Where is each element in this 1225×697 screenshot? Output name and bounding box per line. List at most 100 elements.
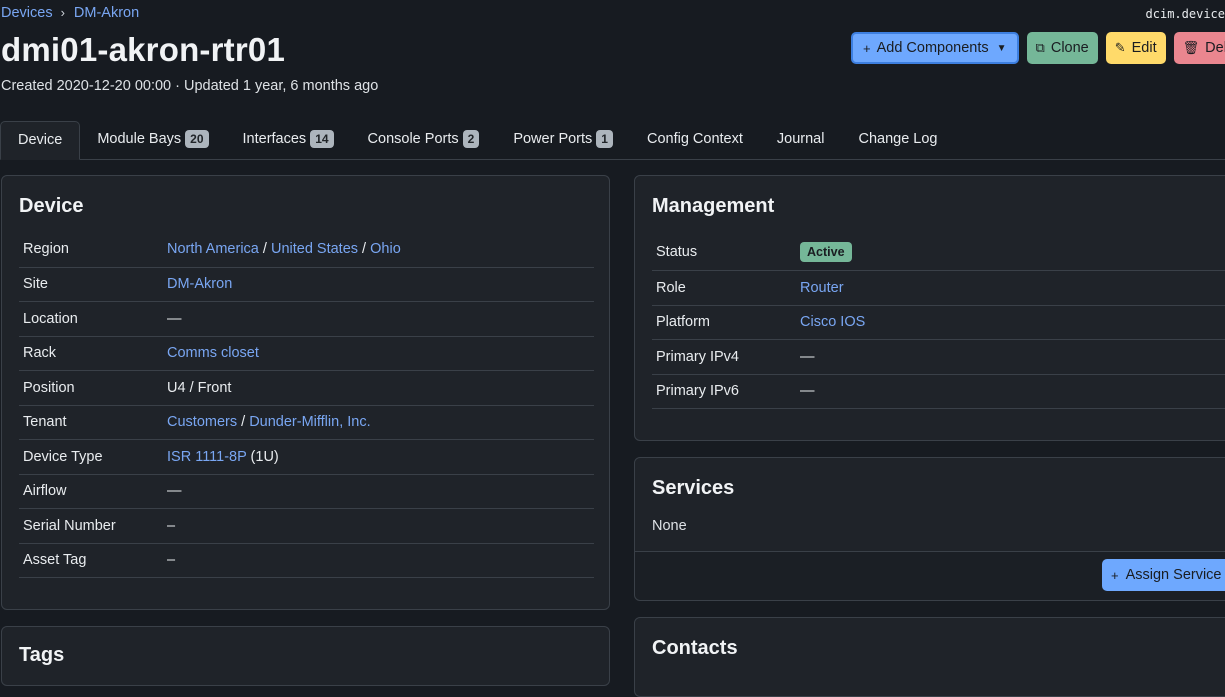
row-label: Tenant [19, 405, 163, 440]
role-link[interactable]: Router [800, 280, 844, 296]
row-value: — [163, 474, 594, 509]
assign-service-button[interactable]: + Assign Service [1102, 559, 1225, 591]
count-badge: 1 [596, 130, 613, 148]
table-row: Position U4 / Front [19, 370, 594, 406]
row-label: Rack [19, 336, 163, 371]
tab-bar: Device Module Bays 20 Interfaces 14 Consol… [0, 121, 1225, 160]
row-value: — [796, 339, 1225, 375]
tenant-group-link[interactable]: Customers [167, 414, 237, 430]
table-row: Device Type ISR 1111-8P (1U) [19, 439, 594, 475]
action-buttons: + Add Components ▼ ⧉ Clone ✎ Edit 🗑 Dele… [851, 32, 1225, 64]
count-badge: 20 [185, 130, 209, 148]
table-row: Serial Number – [19, 508, 594, 544]
created-text: Created 2020-12-20 00:00 [1, 78, 172, 94]
row-label: Region [19, 232, 163, 268]
card-title: Device [19, 195, 84, 217]
tab-module-bays[interactable]: Module Bays 20 [80, 121, 225, 159]
table-row: Role Router [652, 270, 1225, 306]
region-link[interactable]: Ohio [370, 241, 401, 257]
delete-button[interactable]: 🗑 Delete [1173, 32, 1225, 64]
row-label: Status [652, 234, 796, 271]
card-title: Tags [19, 644, 65, 666]
row-label: Site [19, 267, 163, 302]
region-link[interactable]: United States [271, 241, 358, 257]
breadcrumb-devices-link[interactable]: Devices [1, 5, 53, 21]
add-components-label: Add Components [876, 40, 989, 56]
device-type-link[interactable]: ISR 1111-8P [167, 449, 247, 465]
device-card: Device Region North America / United Sta… [1, 175, 610, 610]
tab-power-ports[interactable]: Power Ports 1 [496, 121, 630, 159]
card-title: Services [652, 477, 735, 499]
device-type-height: (1U) [246, 448, 279, 465]
device-attributes-table: Region North America / United States / O… [19, 232, 594, 578]
tab-label: Journal [776, 131, 825, 147]
plus-icon: + [863, 40, 871, 56]
card-title: Management [652, 195, 775, 217]
table-row: Tenant Customers / Dunder-Mifflin, Inc. [19, 405, 594, 440]
services-card-footer: + Assign Service [635, 551, 1225, 600]
copy-icon: ⧉ [1035, 40, 1045, 55]
row-value: Router [796, 270, 1225, 306]
caret-down-icon: ▼ [996, 42, 1007, 54]
assign-service-label: Assign Service [1125, 567, 1222, 583]
path-separator: / [258, 241, 271, 258]
rack-link[interactable]: Comms closet [167, 345, 259, 361]
table-row: Asset Tag – [19, 543, 594, 578]
tags-card: Tags [1, 626, 610, 686]
tab-console-ports[interactable]: Console Ports 2 [351, 121, 497, 159]
row-value: Comms closet [163, 336, 594, 371]
platform-link[interactable]: Cisco IOS [800, 314, 865, 330]
table-row: Platform Cisco IOS [652, 305, 1225, 340]
clone-button[interactable]: ⧉ Clone [1026, 32, 1098, 64]
table-row: Rack Comms closet [19, 336, 594, 371]
object-identifier: dcim.device [1145, 7, 1225, 21]
row-value: Customers / Dunder-Mifflin, Inc. [163, 405, 594, 440]
delete-label: Delete [1205, 40, 1225, 56]
tab-change-log[interactable]: Change Log [841, 121, 954, 159]
tab-label: Device [18, 132, 63, 148]
table-row: Site DM-Akron [19, 267, 594, 302]
breadcrumb: Devices › DM-Akron [1, 5, 139, 22]
breadcrumb-site-link[interactable]: DM-Akron [74, 5, 139, 21]
row-label: Airflow [19, 474, 163, 509]
services-empty-text: None [652, 518, 687, 534]
row-label: Serial Number [19, 508, 163, 544]
tab-journal[interactable]: Journal [760, 121, 842, 159]
services-card: Services None + Assign Service [634, 457, 1225, 601]
row-value: Active [796, 234, 1225, 271]
tab-label: Config Context [646, 131, 743, 147]
tab-label: Module Bays [97, 131, 182, 147]
plus-icon: + [1111, 567, 1119, 583]
row-value: DM-Akron [163, 267, 594, 302]
table-row: Location — [19, 301, 594, 337]
updated-text: Updated 1 year, 6 months ago [184, 78, 379, 94]
row-value: U4 / Front [163, 370, 594, 406]
tab-interfaces[interactable]: Interfaces 14 [226, 121, 351, 159]
clone-label: Clone [1050, 40, 1089, 56]
meta-separator: · [171, 78, 184, 94]
path-separator: / [358, 241, 371, 258]
management-card: Management Status Active Role Router Pla… [634, 175, 1225, 441]
tab-label: Power Ports [513, 131, 593, 147]
path-separator: / [237, 414, 250, 430]
add-components-button[interactable]: + Add Components ▼ [851, 32, 1019, 64]
row-label: Primary IPv6 [652, 374, 796, 409]
page-title: dmi01-akron-rtr01 [1, 31, 285, 68]
row-label: Primary IPv4 [652, 339, 796, 375]
contacts-card: Contacts [634, 617, 1225, 697]
table-row: Airflow — [19, 474, 594, 509]
edit-button[interactable]: ✎ Edit [1105, 32, 1166, 64]
tab-config-context[interactable]: Config Context [630, 121, 760, 159]
row-value: — [163, 301, 594, 337]
management-attributes-table: Status Active Role Router Platform Cisco… [652, 234, 1225, 409]
region-link[interactable]: North America [167, 241, 259, 257]
tab-device[interactable]: Device [0, 121, 81, 160]
count-badge: 2 [462, 130, 480, 148]
site-link[interactable]: DM-Akron [167, 276, 232, 292]
row-value: North America / United States / Ohio [163, 232, 594, 268]
row-label: Role [652, 270, 796, 306]
tab-label: Console Ports [367, 131, 459, 147]
row-value: – [163, 543, 594, 578]
tenant-link[interactable]: Dunder-Mifflin, Inc. [249, 414, 370, 430]
row-value: — [796, 374, 1225, 409]
